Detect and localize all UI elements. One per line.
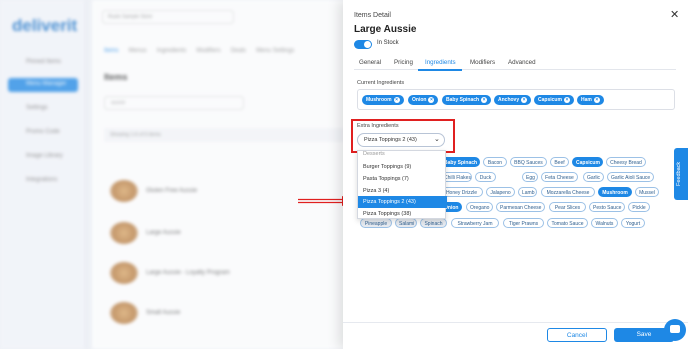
tab-modifiers[interactable]: Modifiers: [196, 48, 220, 54]
ingredient-chip[interactable]: Walnuts: [591, 218, 618, 228]
showing-count: Showing 1-6 of 6 items: [104, 128, 354, 142]
items-title: Items: [104, 72, 128, 82]
ingredient-chip[interactable]: Pear Slices: [549, 202, 586, 212]
tab-ingredients[interactable]: Ingredients: [157, 48, 187, 54]
ingredient-chip[interactable]: Feta Cheese: [541, 172, 578, 182]
item-name: Gluten Free Aussie: [146, 188, 198, 194]
remove-icon[interactable]: ×: [593, 97, 600, 103]
tab-deals[interactable]: Deals: [231, 48, 246, 54]
in-stock-label: In Stock: [377, 40, 399, 46]
current-ingredient-chip[interactable]: Capsicum ×: [534, 95, 574, 105]
active-tab-indicator: [418, 69, 462, 71]
chat-icon[interactable]: [664, 319, 686, 341]
extra-ingredients-dropdown: Desserts Burger Toppings (9) Pasta Toppi…: [357, 150, 447, 220]
item-thumbnail: [110, 222, 138, 244]
ingredient-chip[interactable]: Garlic Aioli Sauce: [607, 172, 654, 182]
current-ingredient-chip[interactable]: Onion ×: [408, 95, 439, 105]
item-name: Small Aussie: [146, 310, 181, 316]
ingredient-chip[interactable]: Bacon: [483, 157, 507, 167]
ingredient-chip[interactable]: Tomato Sauce: [547, 218, 588, 228]
item-thumbnail: [110, 180, 138, 202]
table-row[interactable]: Small Aussie: [110, 302, 350, 328]
detail-tabs: General Pricing Ingredients Modifiers Ad…: [354, 58, 676, 70]
table-row[interactable]: Large Aussie - Loyalty Program: [110, 262, 350, 288]
tab-modifiers[interactable]: Modifiers: [470, 59, 495, 66]
item-search-input[interactable]: aussie: [104, 96, 244, 110]
feedback-label: Feedback: [676, 161, 682, 186]
chip-label: Onion: [412, 97, 427, 103]
remove-icon[interactable]: ×: [521, 97, 528, 103]
ingredient-chip[interactable]: Mussel: [635, 187, 659, 197]
ingredient-chip[interactable]: Strawberry Jam: [451, 218, 499, 228]
remove-icon[interactable]: ×: [563, 97, 570, 103]
nav-image-library[interactable]: Image Library: [8, 150, 78, 164]
current-ingredients-label: Current Ingredients: [357, 80, 405, 86]
sidebar: deliverit Pinned Items Menu Manager Sett…: [0, 0, 86, 349]
tab-ingredients[interactable]: Ingredients: [425, 59, 456, 66]
remove-icon[interactable]: ×: [481, 97, 488, 103]
current-ingredient-chip[interactable]: Mushroom ×: [362, 95, 404, 105]
tab-advanced[interactable]: Advanced: [508, 59, 536, 66]
panel-header: Items Detail: [354, 12, 391, 19]
remove-icon[interactable]: ×: [428, 97, 435, 103]
dropdown-option[interactable]: Desserts: [358, 151, 447, 159]
footer-divider: [343, 322, 688, 323]
item-name: Large Aussie - Loyalty Program: [146, 270, 230, 276]
ingredient-chip[interactable]: Pesto Sauce: [589, 202, 625, 212]
chip-label: Ham: [581, 97, 592, 103]
item-name: Large Aussie: [146, 230, 181, 236]
remove-icon[interactable]: ×: [393, 97, 400, 103]
chip-label: Capsicum: [538, 97, 562, 103]
nav-menu-manager[interactable]: Menu Manager: [8, 78, 78, 92]
tab-menu-settings[interactable]: Menu Settings: [256, 48, 294, 54]
dropdown-option[interactable]: Pizza Toppings (38): [358, 208, 447, 220]
current-ingredient-chip[interactable]: Anchovy ×: [494, 95, 532, 105]
ingredient-chip[interactable]: Beef: [550, 157, 569, 167]
cancel-button[interactable]: Cancel: [547, 328, 607, 342]
ingredient-chip[interactable]: Pickle: [628, 202, 650, 212]
ingredient-chip[interactable]: Egg: [522, 172, 538, 182]
dropdown-option[interactable]: Burger Toppings (9): [358, 161, 447, 173]
nav-settings[interactable]: Settings: [8, 102, 78, 116]
item-thumbnail: [110, 302, 138, 324]
nav-integrations[interactable]: Integrations: [8, 174, 78, 188]
current-ingredient-chip[interactable]: Baby Spinach ×: [442, 95, 492, 105]
item-title: Large Aussie: [354, 24, 417, 35]
ingredient-chip[interactable]: Mushroom: [598, 187, 632, 197]
ingredient-chip[interactable]: Oregano: [466, 202, 493, 212]
ingredient-chip[interactable]: Parmesan Cheese: [496, 202, 545, 212]
feedback-tab[interactable]: Feedback: [674, 148, 688, 200]
dropdown-option-selected[interactable]: Pizza Toppings 2 (43): [358, 196, 447, 208]
chip-label: Baby Spinach: [446, 97, 480, 103]
ingredient-chip[interactable]: Capsicum: [572, 157, 603, 167]
ingredient-chip[interactable]: Duck: [475, 172, 496, 182]
tab-pricing[interactable]: Pricing: [394, 59, 413, 66]
logo: deliverit: [12, 16, 78, 35]
table-row[interactable]: Large Aussie: [110, 222, 350, 248]
item-thumbnail: [110, 262, 138, 284]
highlight-box: [351, 119, 455, 153]
menu-tabs: Items Menus Ingredients Modifiers Deals …: [104, 48, 294, 54]
ingredient-chip[interactable]: Lamb: [518, 187, 537, 197]
ingredient-chip[interactable]: Garlic: [583, 172, 604, 182]
tab-menus[interactable]: Menus: [129, 48, 147, 54]
ingredient-chip[interactable]: Jalapeno: [486, 187, 515, 197]
in-stock-toggle[interactable]: [354, 40, 372, 49]
ingredient-chip[interactable]: Mozzarella Cheese: [541, 187, 595, 197]
store-select[interactable]: Ruslo Sample Store: [102, 10, 234, 24]
chip-label: Mushroom: [366, 97, 392, 103]
nav-pinned-items[interactable]: Pinned Items: [8, 56, 78, 70]
nav-promo-code[interactable]: Promo Code: [8, 126, 78, 140]
current-ingredient-chip[interactable]: Ham ×: [577, 95, 604, 105]
tab-general[interactable]: General: [359, 59, 381, 66]
dropdown-option[interactable]: Pasta Toppings (7): [358, 173, 447, 185]
chip-label: Anchovy: [498, 97, 520, 103]
ingredient-chip[interactable]: Yogurt: [621, 218, 645, 228]
close-icon[interactable]: ✕: [670, 8, 679, 21]
ingredient-chip[interactable]: BBQ Sauces: [510, 157, 547, 167]
tab-items[interactable]: Items: [104, 48, 119, 54]
ingredient-chip[interactable]: Cheesy Bread: [606, 157, 646, 167]
ingredient-chip[interactable]: Tiger Prawns: [503, 218, 544, 228]
